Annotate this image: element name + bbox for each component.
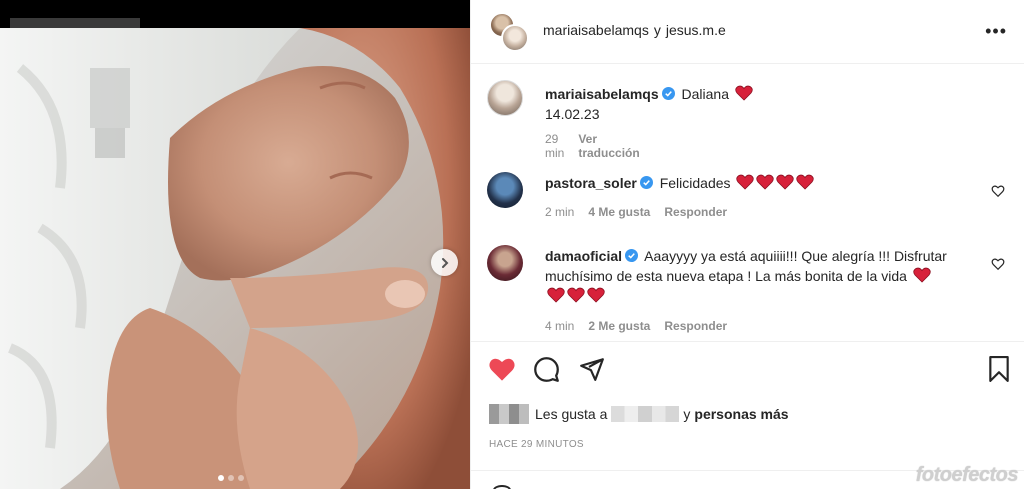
avatar[interactable]	[487, 172, 523, 208]
likes-others-link[interactable]: personas más	[694, 406, 788, 422]
reply-link[interactable]: Responder	[664, 319, 727, 333]
carousel-dots	[218, 475, 244, 481]
heart-outline-icon[interactable]	[991, 184, 1005, 198]
carousel-dot	[238, 475, 244, 481]
likes-prefix: Les gusta a	[535, 406, 608, 422]
heart-emoji-icon	[736, 174, 755, 190]
comment-icon[interactable]	[533, 356, 560, 383]
caption-time: 29 min	[545, 132, 565, 160]
comment-time: 2 min	[545, 205, 575, 219]
avatar[interactable]	[487, 245, 523, 281]
verified-badge-icon	[625, 249, 639, 262]
emoji-icon[interactable]	[493, 485, 511, 489]
author-link[interactable]: mariaisabelamqs	[543, 22, 649, 38]
heart-emoji-icon	[587, 287, 605, 303]
avatar[interactable]	[487, 80, 523, 116]
likes-conjunction: y	[683, 406, 691, 422]
caption-username[interactable]: mariaisabelamqs	[545, 86, 659, 102]
heart-emoji-icon	[735, 85, 753, 101]
heart-emoji-icon	[756, 174, 775, 190]
comment-text: Felicidades	[659, 175, 731, 191]
author-link[interactable]: jesus.m.e	[666, 22, 726, 38]
collab-avatars[interactable]	[489, 12, 529, 52]
comment-time: 4 min	[545, 319, 575, 333]
avatar	[489, 404, 529, 424]
verified-badge-icon	[639, 176, 653, 189]
share-icon[interactable]	[579, 356, 605, 382]
heart-emoji-icon	[547, 287, 565, 303]
comment-meta: 4 min 2 Me gusta Responder	[545, 319, 727, 333]
post-details-panel: mariaisabelamqs y jesus.m.e ••• mariaisabe…	[470, 0, 1024, 489]
comment-likes-link[interactable]: 4 Me gusta	[588, 205, 650, 219]
next-photo-button[interactable]	[431, 249, 458, 276]
comment-username[interactable]: pastora_soler	[545, 175, 637, 191]
caption-text: Daliana	[681, 86, 729, 102]
caption-date-line: 14.02.23	[545, 106, 600, 122]
carousel-dot	[218, 475, 224, 481]
newborn-hands-photo	[0, 28, 470, 489]
comment-username[interactable]: damaoficial	[545, 248, 622, 264]
like-heart-icon[interactable]	[488, 356, 516, 382]
post-header: mariaisabelamqs y jesus.m.e •••	[471, 0, 1024, 64]
comment-likes-link[interactable]: 2 Me gusta	[588, 319, 650, 333]
post-timestamp: HACE 29 MINUTOS	[489, 439, 584, 450]
comment-meta: 2 min 4 Me gusta Responder	[545, 205, 727, 219]
verified-badge-icon	[661, 87, 675, 100]
heart-outline-icon[interactable]	[991, 257, 1005, 271]
bookmark-icon[interactable]	[988, 356, 1010, 382]
avatar	[501, 24, 529, 52]
post-authors: mariaisabelamqs y jesus.m.e	[543, 22, 726, 38]
caption-meta: 29 min Ver traducción	[545, 132, 640, 160]
watermark: fotoefectos	[915, 464, 1019, 486]
authors-conjunction: y	[653, 22, 661, 38]
reply-link[interactable]: Responder	[664, 205, 727, 219]
heart-emoji-icon	[776, 174, 795, 190]
translate-link[interactable]: Ver traducción	[578, 132, 639, 160]
post-photo	[0, 0, 470, 489]
heart-emoji-icon	[796, 174, 815, 190]
likes-summary[interactable]: Les gusta a y personas más	[489, 404, 789, 424]
heart-emoji-icon	[567, 287, 585, 303]
post-actions	[471, 341, 1024, 401]
more-horizontal-icon[interactable]: •••	[985, 22, 1007, 40]
redacted-area	[10, 18, 140, 28]
heart-emoji-icon	[913, 267, 931, 283]
photo-top-bar	[0, 0, 470, 28]
chevron-right-icon	[441, 257, 448, 268]
redacted-username	[611, 406, 680, 422]
carousel-dot	[228, 475, 234, 481]
